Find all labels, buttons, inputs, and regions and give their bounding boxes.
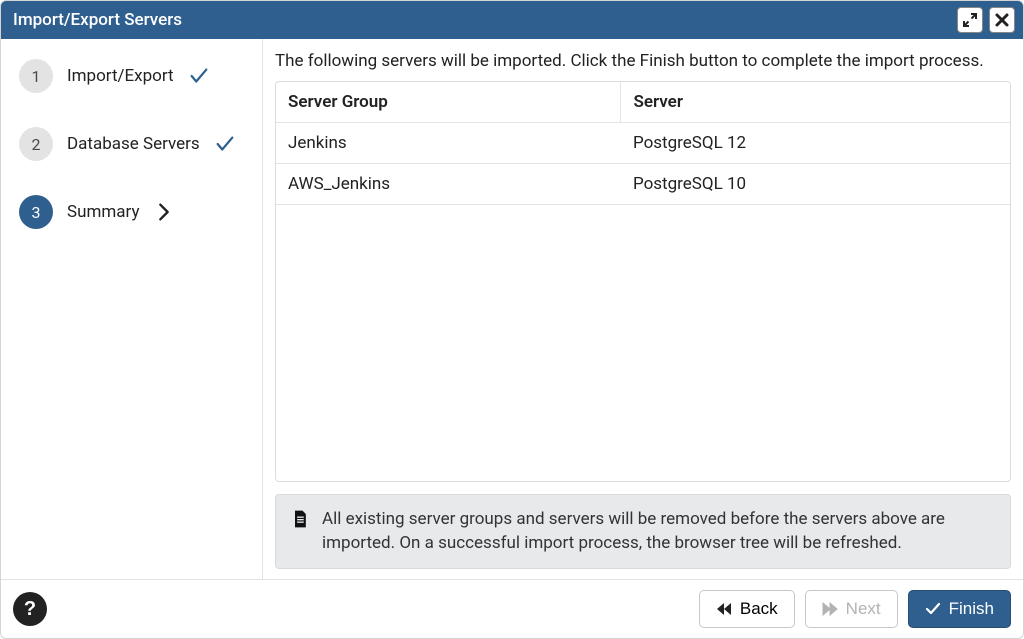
- cell-server: PostgreSQL 12: [621, 123, 1010, 164]
- close-button[interactable]: [989, 7, 1015, 33]
- wizard-steps: 1 Import/Export 2 Database Servers 3 Sum…: [1, 39, 263, 579]
- forward-icon: [822, 602, 838, 616]
- step-database-servers[interactable]: 2 Database Servers: [11, 127, 252, 161]
- close-icon: [994, 12, 1010, 28]
- dialog-footer: ? Back Next Finish: [1, 579, 1023, 638]
- servers-table: Server Group Server Jenkins PostgreSQL 1…: [276, 82, 1010, 205]
- table-row: Jenkins PostgreSQL 12: [276, 123, 1010, 164]
- finish-button[interactable]: Finish: [908, 590, 1011, 628]
- dialog-body: 1 Import/Export 2 Database Servers 3 Sum…: [1, 39, 1023, 579]
- summary-warning: All existing server groups and servers w…: [275, 494, 1011, 569]
- step-number: 3: [19, 195, 53, 229]
- step-number: 1: [19, 59, 53, 93]
- col-server: Server: [621, 82, 1010, 123]
- titlebar-buttons: [957, 7, 1015, 33]
- check-icon: [188, 65, 210, 87]
- maximize-button[interactable]: [957, 7, 983, 33]
- step-label: Import/Export: [67, 66, 174, 86]
- import-export-dialog: Import/Export Servers 1: [0, 0, 1024, 639]
- help-button[interactable]: ?: [13, 592, 47, 626]
- step-label: Summary: [67, 202, 139, 222]
- titlebar: Import/Export Servers: [1, 1, 1023, 39]
- dialog-title: Import/Export Servers: [13, 10, 182, 30]
- cell-server-group: Jenkins: [276, 123, 621, 164]
- step-number: 2: [19, 127, 53, 161]
- step-import-export[interactable]: 1 Import/Export: [11, 59, 252, 93]
- summary-intro: The following servers will be imported. …: [275, 51, 1011, 71]
- chevron-right-icon: [153, 201, 175, 223]
- back-button-label: Back: [740, 599, 778, 619]
- step-summary[interactable]: 3 Summary: [11, 195, 252, 229]
- table-row: AWS_Jenkins PostgreSQL 10: [276, 164, 1010, 205]
- next-button: Next: [805, 590, 898, 628]
- check-icon: [925, 602, 941, 616]
- summary-warning-text: All existing server groups and servers w…: [322, 507, 996, 556]
- next-button-label: Next: [846, 599, 881, 619]
- step-label: Database Servers: [67, 134, 200, 154]
- finish-button-label: Finish: [949, 599, 994, 619]
- rewind-icon: [716, 602, 732, 616]
- cell-server-group: AWS_Jenkins: [276, 164, 621, 205]
- summary-panel: The following servers will be imported. …: [263, 39, 1023, 579]
- footer-buttons: Back Next Finish: [699, 590, 1011, 628]
- col-server-group: Server Group: [276, 82, 621, 123]
- expand-icon: [962, 12, 978, 28]
- note-icon: [290, 509, 310, 537]
- servers-table-container: Server Group Server Jenkins PostgreSQL 1…: [275, 81, 1011, 482]
- cell-server: PostgreSQL 10: [621, 164, 1010, 205]
- check-icon: [214, 133, 236, 155]
- back-button[interactable]: Back: [699, 590, 795, 628]
